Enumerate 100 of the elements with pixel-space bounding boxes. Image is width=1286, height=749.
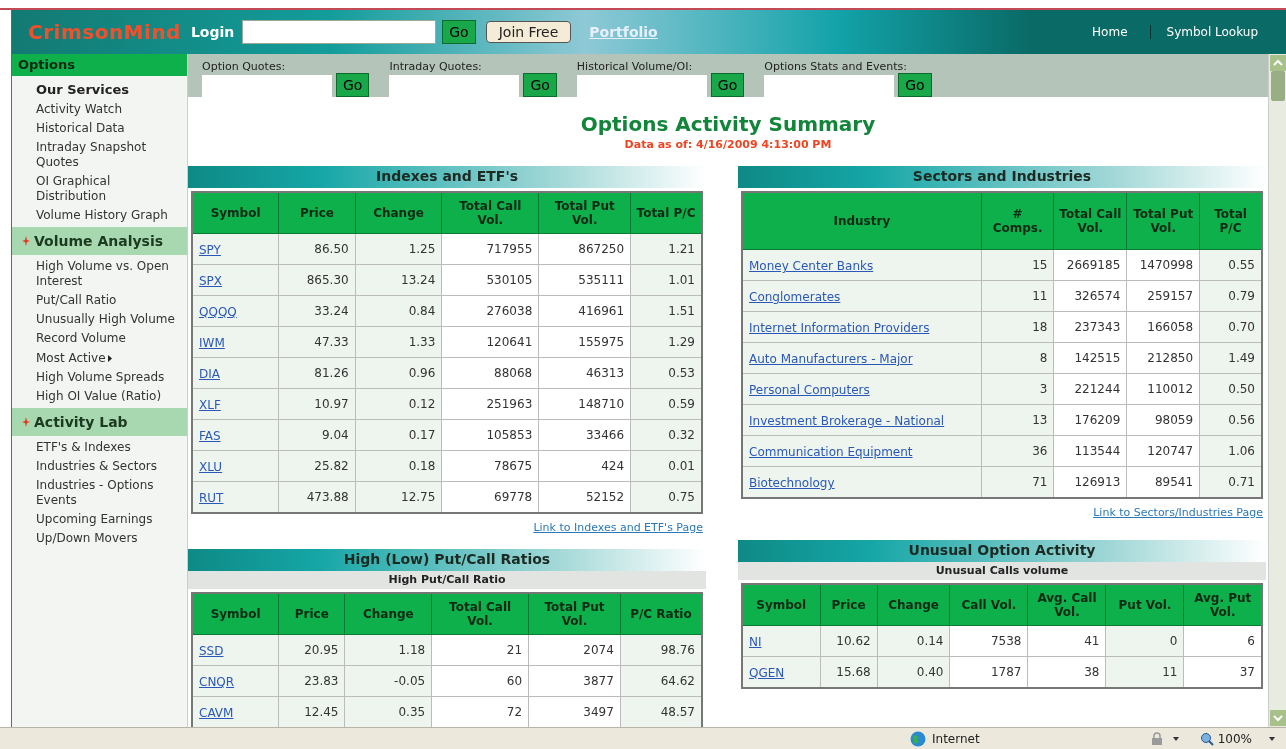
go-button[interactable]: Go — [442, 20, 476, 44]
symbol-link[interactable]: FAS — [199, 429, 221, 443]
column-header: Avg. Call Vol. — [1028, 583, 1106, 626]
table-cell: 0.35 — [345, 696, 432, 728]
scroll-down-icon[interactable] — [1269, 710, 1286, 726]
column-header: Price — [820, 583, 878, 626]
scroll-thumb-icon[interactable] — [1270, 71, 1285, 101]
table-cell: 126913 — [1054, 466, 1127, 498]
table-cell: 15 — [981, 249, 1054, 281]
dropdown-icon[interactable] — [1267, 735, 1276, 742]
sidebar-link[interactable]: Up/Down Movers — [12, 529, 187, 548]
sidebar-link[interactable]: High Volume vs. Open Interest — [12, 257, 187, 291]
table-cell: 0.70 — [1199, 311, 1262, 343]
go-button[interactable]: Go — [336, 73, 370, 97]
sidebar-link[interactable]: Industries - Options Events — [12, 476, 187, 510]
login-field[interactable] — [242, 20, 437, 44]
sidebar-link[interactable]: Volume History Graph — [12, 206, 187, 225]
symbol-link[interactable]: NI — [749, 635, 762, 649]
sidebar-link[interactable]: Put/Call Ratio — [12, 291, 187, 310]
table-cell: 88068 — [441, 357, 539, 389]
sidebar-link[interactable]: Historical Data — [12, 119, 187, 138]
table-cell: 38 — [1028, 656, 1106, 688]
field-label: Historical Volume/OI: — [576, 60, 694, 73]
column-header: Total P/C — [630, 191, 702, 234]
column-header: Price — [278, 191, 356, 234]
go-button[interactable]: Go — [523, 73, 557, 97]
dropdown-icon[interactable] — [1171, 735, 1180, 742]
sidebar-link[interactable]: ETF's & Indexes — [12, 438, 187, 457]
table-cell: 0.79 — [1199, 280, 1262, 312]
symbol-link[interactable]: SSD — [199, 644, 224, 658]
symbol-link[interactable]: Biotechnology — [749, 476, 835, 490]
sidebar-link[interactable]: Activity Watch — [12, 100, 187, 119]
sidebar-link[interactable]: Most Active — [36, 350, 106, 366]
table-cell: 113544 — [1054, 435, 1127, 467]
sidebar-link[interactable]: Upcoming Earnings — [12, 510, 187, 529]
table-cell: 237343 — [1054, 311, 1127, 343]
table-cell: 46313 — [538, 357, 631, 389]
sidebar-link[interactable]: Unusually High Volume — [12, 310, 187, 329]
table-cell: 72 — [431, 696, 529, 728]
join-button[interactable]: Join Free — [485, 21, 572, 43]
field-label: Options Stats and Events: — [764, 60, 908, 73]
page-title: Options Activity Summary — [580, 111, 876, 137]
symbol-link[interactable]: QQQQ — [199, 305, 237, 319]
table-cell: 33.24 — [278, 295, 356, 327]
table-cell: 0.50 — [1199, 373, 1262, 405]
sidebar-link[interactable]: OI Graphical Distribution — [12, 172, 187, 206]
column-header: Total Put Vol. — [1126, 191, 1200, 250]
quote-field[interactable] — [389, 75, 520, 97]
table-cell: 15.68 — [820, 656, 878, 688]
table-cell: 535111 — [538, 264, 631, 296]
table-cell: 3 — [981, 373, 1054, 405]
table-cell: 81.26 — [278, 357, 356, 389]
column-header: Symbol — [742, 583, 820, 626]
table-cell: 2669185 — [1054, 249, 1127, 281]
sidebar-heading: Our Services — [35, 81, 131, 99]
field-label: Intraday Quotes: — [389, 60, 483, 73]
sidebar-link[interactable]: High Volume Spreads — [12, 368, 187, 387]
table-cell: 717955 — [441, 233, 539, 265]
nav-link[interactable]: Home — [1092, 23, 1128, 41]
page-link[interactable]: Link to Sectors/Industries Page — [1093, 505, 1263, 522]
symbol-link[interactable]: Conglomerates — [749, 290, 841, 304]
go-button[interactable]: Go — [898, 73, 932, 97]
page-link[interactable]: Link to Indexes and ETF's Page — [533, 520, 703, 537]
symbol-link[interactable]: XLF — [199, 398, 221, 412]
column-header: Symbol — [192, 191, 279, 234]
table-cell: 41 — [1028, 625, 1106, 657]
sidebar-link[interactable]: Record Volume — [12, 329, 187, 348]
table-cell: 155975 — [538, 326, 631, 358]
table-cell: 20.95 — [278, 634, 345, 666]
symbol-link[interactable]: DIA — [199, 367, 220, 381]
symbol-link[interactable]: CNQR — [199, 675, 235, 689]
scroll-up-icon[interactable] — [1269, 55, 1286, 71]
quote-field[interactable] — [576, 75, 707, 97]
symbol-link[interactable]: IWM — [199, 336, 225, 350]
symbol-link[interactable]: XLU — [199, 460, 223, 474]
symbol-link[interactable]: RUT — [199, 491, 224, 505]
column-header: Symbol — [192, 592, 279, 635]
symbol-link[interactable]: SPY — [199, 243, 221, 257]
table-cell: 0.32 — [630, 419, 702, 451]
quote-field[interactable] — [764, 75, 895, 97]
column-header: P/C Ratio — [620, 592, 702, 635]
table-cell: 0.96 — [355, 357, 442, 389]
table-cell: 1470998 — [1126, 249, 1200, 281]
sidebar-link[interactable]: Intraday Snapshot Quotes — [12, 138, 187, 172]
table-cell: 0.17 — [355, 419, 442, 451]
table-cell: 1.51 — [630, 295, 702, 327]
table-cell: 276038 — [441, 295, 539, 327]
go-button[interactable]: Go — [710, 73, 745, 97]
nav-link[interactable]: Symbol Lookup — [1166, 23, 1258, 41]
zoom-level[interactable]: 100% — [1217, 729, 1252, 748]
column-header: Total Call Vol. — [431, 592, 529, 635]
column-header: Put Vol. — [1106, 583, 1184, 626]
quote-field[interactable] — [202, 75, 332, 97]
table-cell: 89541 — [1126, 466, 1200, 498]
table-cell: 11 — [981, 280, 1054, 312]
sidebar-link[interactable]: High OI Value (Ratio) — [12, 387, 187, 406]
symbol-link[interactable]: SPX — [199, 274, 223, 288]
sidebar-link[interactable]: Industries & Sectors — [12, 457, 187, 476]
table-cell: 176209 — [1054, 404, 1127, 436]
symbol-link[interactable]: CAVM — [199, 706, 234, 720]
